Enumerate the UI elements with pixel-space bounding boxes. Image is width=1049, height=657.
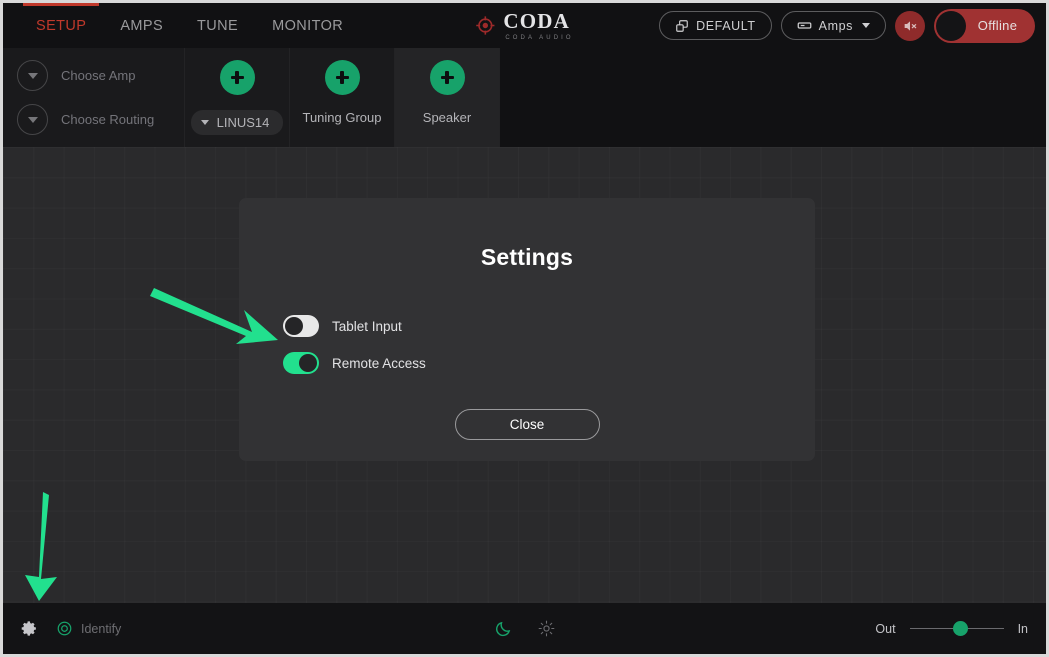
status-bar-left: Identify (21, 620, 121, 637)
view-select-label: Amps (819, 19, 853, 33)
status-bar: Identify (3, 603, 1046, 654)
tab-amps-label: AMPS (120, 18, 163, 34)
close-button[interactable]: Close (455, 409, 600, 440)
io-slider-group: Out In (875, 621, 1028, 637)
speaker-mute-icon (902, 18, 918, 34)
plus-icon (336, 71, 349, 84)
app-window: SETUP AMPS TUNE MONITOR CODA (0, 0, 1049, 657)
tab-amps[interactable]: AMPS (103, 3, 180, 48)
logo-text: CODA CODA AUDIO (503, 11, 573, 41)
choose-routing-button[interactable] (17, 104, 48, 135)
io-slider[interactable] (910, 621, 1004, 637)
chevron-down-icon (862, 23, 870, 28)
io-slider-min-label: Out (875, 622, 895, 636)
tablet-input-toggle-knob (285, 317, 303, 335)
choose-amp-button[interactable] (17, 60, 48, 91)
column-linus14: LINUS14 (185, 48, 290, 147)
tab-setup-label: SETUP (36, 18, 86, 34)
chevron-down-icon (28, 117, 38, 123)
light-mode-button[interactable] (538, 620, 555, 637)
remote-access-toggle[interactable] (283, 352, 319, 374)
settings-dialog: Settings Tablet Input Remote Access Clos… (239, 198, 815, 461)
main-tabs: SETUP AMPS TUNE MONITOR (19, 3, 360, 48)
tablet-input-label: Tablet Input (332, 319, 402, 334)
choose-amp-label: Choose Amp (61, 68, 135, 83)
setup-toolbar: Choose Amp Choose Routing LINUS14 (3, 48, 1046, 147)
remote-access-label: Remote Access (332, 356, 426, 371)
sun-icon (538, 620, 555, 637)
linus14-label: LINUS14 (217, 115, 270, 130)
arrow-to-settings-gear (15, 487, 71, 603)
tab-monitor[interactable]: MONITOR (255, 3, 360, 48)
chevron-down-icon (201, 120, 209, 125)
chooser-column: Choose Amp Choose Routing (3, 48, 185, 147)
tablet-input-row: Tablet Input (283, 315, 815, 337)
view-select-amps[interactable]: Amps (781, 11, 886, 40)
remote-access-row: Remote Access (283, 352, 815, 374)
column-tuning-group: Tuning Group (290, 48, 395, 147)
identify-label: Identify (81, 622, 121, 636)
preset-default-button[interactable]: DEFAULT (659, 11, 772, 40)
settings-dialog-title: Settings (239, 244, 815, 271)
tab-setup[interactable]: SETUP (19, 3, 103, 48)
gear-icon (21, 620, 38, 637)
choose-routing-row[interactable]: Choose Routing (17, 104, 184, 135)
speaker-label: Speaker (423, 110, 471, 125)
io-slider-knob[interactable] (953, 621, 968, 636)
layers-icon (675, 19, 689, 33)
tab-tune-label: TUNE (197, 18, 238, 34)
coda-logo: CODA CODA AUDIO (475, 11, 573, 41)
moon-icon (495, 620, 512, 637)
tablet-input-toggle[interactable] (283, 315, 319, 337)
top-right-controls: DEFAULT Amps Offline (659, 9, 1035, 43)
theme-switcher (495, 620, 555, 637)
chevron-down-icon (28, 73, 38, 79)
logo-wordmark: CODA (503, 11, 573, 32)
main-canvas: Settings Tablet Input Remote Access Clos… (3, 147, 1046, 603)
plus-icon (441, 71, 454, 84)
tuning-group-label: Tuning Group (302, 110, 381, 125)
logo-subtitle: CODA AUDIO (503, 35, 573, 41)
target-icon (57, 621, 72, 636)
settings-gear-button[interactable] (21, 620, 38, 637)
connection-status-toggle[interactable]: Offline (934, 9, 1035, 43)
crosshair-icon (475, 16, 494, 35)
preset-default-label: DEFAULT (696, 19, 756, 33)
choose-routing-label: Choose Routing (61, 112, 154, 127)
remote-access-toggle-knob (299, 354, 317, 372)
io-slider-max-label: In (1018, 622, 1028, 636)
tab-monitor-label: MONITOR (272, 18, 343, 34)
choose-amp-row[interactable]: Choose Amp (17, 60, 184, 91)
identify-button[interactable]: Identify (57, 621, 121, 636)
column-speaker: Speaker (395, 48, 500, 147)
add-amp-button[interactable] (220, 60, 255, 95)
toolbar-filler (500, 48, 1046, 147)
rack-icon (797, 18, 812, 33)
mute-button[interactable] (895, 11, 925, 41)
linus14-dropdown[interactable]: LINUS14 (191, 110, 284, 135)
dark-mode-button[interactable] (495, 620, 512, 637)
add-tuning-group-button[interactable] (325, 60, 360, 95)
tab-tune[interactable]: TUNE (180, 3, 255, 48)
connection-toggle-knob (936, 11, 966, 41)
top-navigation-bar: SETUP AMPS TUNE MONITOR CODA (3, 3, 1046, 48)
add-speaker-button[interactable] (430, 60, 465, 95)
plus-icon (231, 71, 244, 84)
